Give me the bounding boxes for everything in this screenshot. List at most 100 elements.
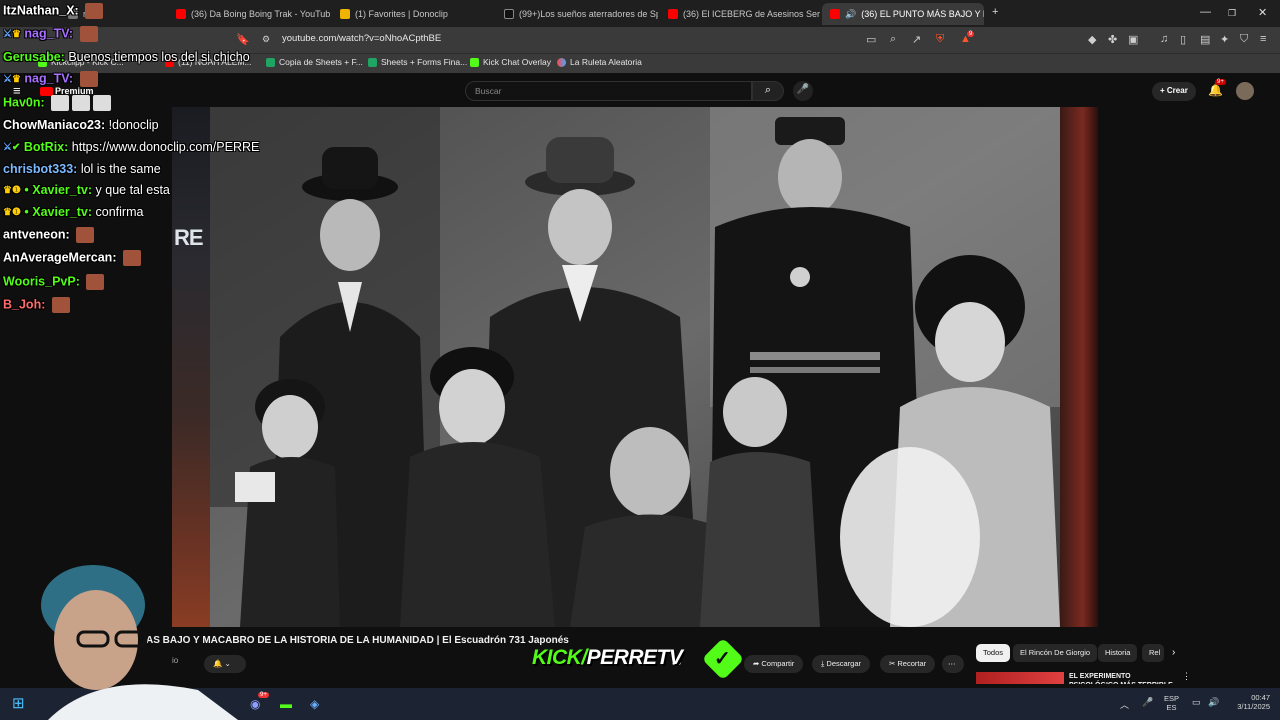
volume-icon[interactable]: 🔊 <box>1208 697 1219 708</box>
chip-rincon-giorgio[interactable]: El Rincón De Giorgio <box>1013 644 1098 662</box>
menu-icon[interactable]: ≡ <box>1260 33 1266 45</box>
tab-6-active[interactable]: 🔊(36) EL PUNTO MÁS BAJO Y M✕ <box>822 3 984 25</box>
emote-icon <box>86 274 105 290</box>
close-window-button[interactable]: ✕ <box>1258 6 1267 19</box>
search-input[interactable]: Buscar <box>465 81 752 101</box>
discord-badge: 9+ <box>258 692 269 698</box>
gift-badge-icon: ❶ <box>11 207 21 219</box>
share-icon[interactable]: ↗ <box>912 33 921 46</box>
emote-icon <box>79 26 98 42</box>
search-icon: ⌕ <box>764 84 772 96</box>
sword-badge-icon: ⚔ <box>3 28 12 40</box>
restore-button[interactable]: ❐ <box>1228 8 1236 19</box>
notifications-bell-icon[interactable]: 🔔 <box>1208 83 1223 97</box>
tray-expand-icon[interactable]: ︿ <box>1120 698 1129 711</box>
puzzle-icon[interactable]: ✤ <box>1108 33 1117 46</box>
chat-message: chrisbot333: lol is the same <box>3 162 161 176</box>
zoom-icon[interactable]: ⌕ <box>890 33 896 46</box>
shield-badge: 9 <box>967 31 975 37</box>
verified-badge-icon: ✔ <box>11 142 21 154</box>
tab-4[interactable]: (99+)Los sueños aterradores de Spen <box>496 3 658 25</box>
chip-historia[interactable]: Historia <box>1098 644 1138 662</box>
network-icon[interactable]: ▭ <box>1192 697 1201 708</box>
emote-icon <box>72 95 91 111</box>
minimize-button[interactable]: — <box>1200 6 1211 18</box>
extension-icon[interactable]: ◆ <box>1088 33 1096 46</box>
chat-message: ♛❶ • Xavier_tv: confirma <box>3 205 144 219</box>
clip-button[interactable]: ✂ Recortar <box>880 655 936 673</box>
stream-chat-overlay: ItzNathan_X: ⚔♛ nag_TV: Gerusabe: Buenos… <box>0 0 300 320</box>
bookmark-ruleta[interactable]: La Ruleta Aleatoria <box>557 57 642 67</box>
chevron-right-icon[interactable]: › <box>1172 647 1175 658</box>
new-tab-button[interactable]: + <box>992 6 998 18</box>
bookmark-kick-chat[interactable]: Kick Chat Overlay <box>470 57 551 67</box>
crown-badge-icon: ♛ <box>3 207 12 219</box>
notification-count-badge: 9+ <box>1215 79 1226 85</box>
app-icon[interactable]: ◈ <box>310 697 319 711</box>
chat-message: AnAverageMercan: <box>3 250 141 266</box>
url-field[interactable]: youtube.com/watch?v=oNhoACpthBE <box>282 33 441 44</box>
create-button[interactable]: + Crear <box>1152 82 1196 101</box>
chat-message: ItzNathan_X: <box>3 3 104 19</box>
emote-icon <box>85 3 104 19</box>
sheets-icon <box>368 57 377 67</box>
gift-badge-icon: ❶ <box>11 185 21 197</box>
clock[interactable]: 00:47 3/11/2025 <box>1226 693 1270 711</box>
crown-badge-icon: ♛ <box>11 73 21 85</box>
chat-message: Gerusabe: Buenos tiempos los del si chic… <box>3 50 250 64</box>
emote-icon <box>79 71 98 87</box>
crown-badge-icon: ♛ <box>11 28 21 40</box>
recommended-title[interactable]: EL EXPERIMENTO PSICOLÓGICO MÁS TERRIBLE <box>1069 672 1179 684</box>
wallet-icon[interactable]: ▤ <box>1200 33 1210 46</box>
youtube-icon <box>668 9 678 19</box>
emote-icon <box>51 297 70 313</box>
recommended-thumbnail[interactable] <box>976 672 1064 684</box>
terminal-icon[interactable]: ▬ <box>280 697 292 711</box>
stream-background-right <box>1060 107 1098 627</box>
share-button[interactable]: ➦ Compartir <box>744 655 804 673</box>
windows-start-icon[interactable]: ⊞ <box>12 694 25 712</box>
emote-icon <box>122 250 141 266</box>
chip-todos[interactable]: Todos <box>976 644 1011 662</box>
kick-channel-watermark: KICK/PERRETV <box>532 646 683 669</box>
leo-icon[interactable]: ✦ <box>1220 33 1229 46</box>
microphone-tray-icon[interactable]: 🎤 <box>1142 697 1153 708</box>
discord-icon[interactable]: ◉ <box>250 697 260 711</box>
historical-photo <box>210 107 1060 627</box>
chip-related[interactable]: Rel <box>1142 644 1164 662</box>
chat-message: ⚔✔ BotRix: https://www.donoclip.com/PERR… <box>3 140 260 154</box>
screenshot-icon[interactable]: ▣ <box>1128 33 1138 46</box>
wheel-icon <box>557 57 566 67</box>
crown-badge-icon: ♛ <box>3 185 12 197</box>
chat-message: ChowManiaco23: !donoclip <box>3 118 159 132</box>
vpn-icon[interactable]: ⛉ <box>1240 33 1248 46</box>
voice-search-button[interactable]: 🎤 <box>793 81 813 101</box>
language-indicator[interactable]: ESP ES <box>1164 694 1179 712</box>
sword-badge-icon: ⚔ <box>3 73 12 85</box>
chat-message: ⚔♛ nag_TV: <box>3 71 98 87</box>
download-button[interactable]: ⤓ Descargar <box>812 655 871 673</box>
bookmark-sheets-forms[interactable]: Sheets + Forms Fina... <box>368 57 467 67</box>
sword-badge-icon: ⚔ <box>3 142 12 154</box>
sidebar-icon[interactable]: ▯ <box>1180 33 1186 46</box>
tab-5[interactable]: (36) El ICEBERG de Asesinos Seriales <box>660 3 820 25</box>
video-player[interactable] <box>210 107 1060 627</box>
recommended-more-button[interactable]: ⋮ <box>1182 671 1191 682</box>
emote-icon <box>76 227 95 243</box>
verified-check-icon: ✓ <box>714 648 731 670</box>
search-button[interactable]: ⌕ <box>752 81 784 101</box>
avatar[interactable] <box>1236 82 1254 100</box>
emote-icon <box>51 95 70 111</box>
plus-icon: + <box>1160 86 1167 95</box>
cast-icon[interactable]: ▭ <box>866 33 876 46</box>
chat-message: ♛❶ • Xavier_tv: y que tal esta <box>3 183 170 197</box>
tab-3[interactable]: (1) Favorites | Donoclip <box>332 3 494 25</box>
chat-message: B_Joh: <box>3 297 70 313</box>
emote-icon <box>93 95 112 111</box>
media-icon[interactable]: ♫ <box>1160 33 1168 45</box>
brave-shield-icon[interactable]: ⛨ <box>936 33 944 46</box>
donoclip-icon <box>340 9 350 19</box>
more-actions-button[interactable]: ⋯ <box>942 655 964 673</box>
chat-message: antveneon: <box>3 227 95 243</box>
streamer-webcam <box>41 565 238 720</box>
